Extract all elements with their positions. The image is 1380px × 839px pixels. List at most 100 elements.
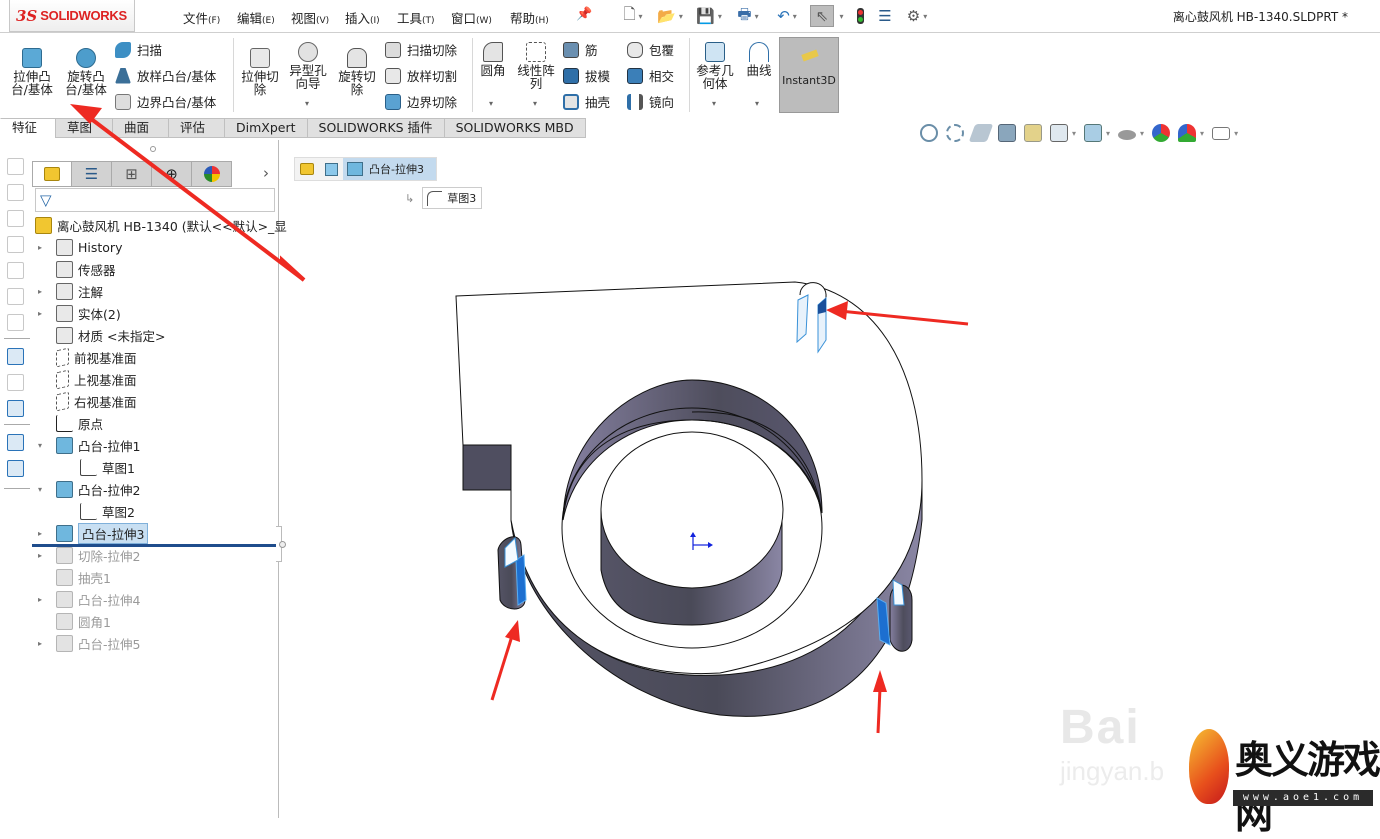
panel-splitter-handle[interactable] bbox=[150, 146, 156, 152]
reference-geometry-dropdown[interactable]: ▾ bbox=[712, 99, 716, 108]
section-view-icon[interactable] bbox=[998, 124, 1016, 142]
view-icon-1[interactable] bbox=[7, 158, 24, 175]
rib-button[interactable]: 筋 bbox=[563, 40, 598, 59]
view-icon-4[interactable] bbox=[7, 236, 24, 253]
tree-item[interactable]: 圆角1 bbox=[56, 611, 111, 632]
fillet-button[interactable]: 圆角 bbox=[476, 42, 510, 77]
pin-icon[interactable]: 📌 bbox=[576, 7, 592, 22]
expand-icon[interactable]: ▸ bbox=[38, 287, 42, 296]
menu-help[interactable]: 帮助(H) bbox=[510, 8, 549, 27]
view-icon-5[interactable] bbox=[7, 262, 24, 279]
tree-item[interactable]: ▸ 切除-拉伸2 bbox=[38, 545, 140, 566]
menu-insert[interactable]: 插入(I) bbox=[345, 8, 380, 27]
menu-file[interactable]: 文件(F) bbox=[183, 8, 220, 27]
tree-root-part[interactable]: 离心鼓风机 HB-1340 (默认<<默认>_显 bbox=[35, 215, 287, 236]
draft-button[interactable]: 拔模 bbox=[563, 66, 610, 85]
options-button[interactable]: ⚙ ▾ bbox=[900, 5, 934, 27]
chevron-down-icon[interactable]: ▾ bbox=[1234, 129, 1238, 138]
curves-dropdown[interactable]: ▾ bbox=[755, 99, 759, 108]
tree-filter-input[interactable]: ▽ bbox=[35, 188, 275, 212]
property-manager-tab[interactable]: ☰ bbox=[72, 161, 112, 187]
tree-item[interactable]: ▾ 凸台-拉伸1 bbox=[38, 435, 140, 456]
display-style-icon[interactable] bbox=[1084, 124, 1103, 142]
select-dropdown[interactable]: ▾ bbox=[835, 5, 845, 27]
revolved-boss-button[interactable]: 旋转凸 台/基体 bbox=[60, 48, 112, 96]
wrap-button[interactable]: 包覆 bbox=[627, 40, 674, 59]
display-pane-icon[interactable] bbox=[7, 400, 24, 417]
tab-evaluate[interactable]: 评估 bbox=[169, 118, 225, 138]
collapse-icon[interactable]: ▾ bbox=[38, 485, 42, 494]
tree-item[interactable]: 草图2 bbox=[80, 501, 135, 522]
feature-manager-tab[interactable] bbox=[32, 161, 72, 187]
extruded-cut-button[interactable]: 拉伸切除 bbox=[238, 48, 282, 96]
fillet-dropdown[interactable]: ▾ bbox=[489, 99, 493, 108]
tree-item[interactable]: ▸ 注解 bbox=[38, 281, 103, 302]
edit-appearance-icon[interactable] bbox=[1152, 124, 1171, 142]
previous-view-icon[interactable] bbox=[968, 124, 994, 142]
new-button[interactable]: 🗋 ▾ bbox=[616, 5, 650, 27]
apply-scene-icon[interactable] bbox=[1178, 124, 1197, 142]
chevron-right-icon[interactable]: › bbox=[263, 164, 269, 182]
print-button[interactable]: 🖶 ▾ bbox=[730, 5, 766, 27]
menu-edit[interactable]: 编辑(E) bbox=[237, 8, 275, 27]
undo-button[interactable]: ↶ ▾ bbox=[770, 5, 804, 27]
reference-geometry-button[interactable]: 参考几 何体 bbox=[692, 42, 738, 90]
view-icon-3[interactable] bbox=[7, 210, 24, 227]
swept-cut-button[interactable]: 扫描切除 bbox=[385, 40, 457, 59]
copy-icon-1[interactable] bbox=[7, 434, 24, 451]
tree-item[interactable]: 前视基准面 bbox=[56, 347, 137, 368]
view-icon-2[interactable] bbox=[7, 184, 24, 201]
expand-icon[interactable]: ▸ bbox=[38, 243, 42, 252]
linear-pattern-dropdown[interactable]: ▾ bbox=[533, 99, 537, 108]
file-properties-button[interactable]: ☰ bbox=[875, 5, 895, 27]
sketch-edit-icon[interactable] bbox=[7, 348, 24, 365]
expand-icon[interactable]: ▸ bbox=[38, 309, 42, 318]
tab-dimxpert[interactable]: DimXpert bbox=[225, 118, 308, 138]
configuration-manager-tab[interactable]: ⊞ bbox=[112, 161, 152, 187]
collapse-icon[interactable]: ▾ bbox=[38, 441, 42, 450]
save-button[interactable]: 💾 ▾ bbox=[692, 5, 726, 27]
intersect-button[interactable]: 相交 bbox=[627, 66, 674, 85]
revolved-cut-button[interactable]: 旋转切除 bbox=[334, 48, 380, 96]
hide-show-icon[interactable] bbox=[1118, 130, 1137, 140]
tree-item[interactable]: ▾ 凸台-拉伸2 bbox=[38, 479, 140, 500]
expand-icon[interactable]: ▸ bbox=[38, 551, 42, 560]
display-manager-tab[interactable] bbox=[192, 161, 232, 187]
chevron-down-icon[interactable]: ▾ bbox=[1072, 129, 1076, 138]
expand-icon[interactable]: ▸ bbox=[38, 529, 42, 538]
rebuild-button[interactable] bbox=[852, 5, 868, 27]
expand-icon[interactable]: ▸ bbox=[38, 595, 42, 604]
boundary-boss-button[interactable]: 边界凸台/基体 bbox=[115, 92, 216, 111]
select-button[interactable]: ⇖ bbox=[810, 5, 834, 27]
tree-item[interactable]: 右视基准面 bbox=[56, 391, 137, 412]
tree-item[interactable]: ▸ 凸台-拉伸3 bbox=[38, 523, 149, 544]
tab-surfaces[interactable]: 曲面 bbox=[113, 118, 169, 138]
lofted-cut-button[interactable]: 放样切割 bbox=[385, 66, 457, 85]
copy-icon-2[interactable] bbox=[7, 460, 24, 477]
tree-item[interactable]: 上视基准面 bbox=[56, 369, 137, 390]
tab-features[interactable]: 特征 bbox=[0, 118, 56, 138]
mirror-button[interactable]: 镜向 bbox=[627, 92, 674, 111]
tool-icon[interactable] bbox=[7, 374, 24, 391]
rollback-bar[interactable] bbox=[32, 544, 276, 547]
open-button[interactable]: 📂 ▾ bbox=[652, 5, 688, 27]
linear-pattern-button[interactable]: 线性阵列 bbox=[513, 42, 559, 90]
tree-item[interactable]: ▸ 凸台-拉伸5 bbox=[38, 633, 140, 654]
zoom-to-area-icon[interactable] bbox=[946, 124, 964, 142]
view-orientation-icon[interactable] bbox=[1050, 124, 1068, 142]
solidworks-logo[interactable]: 3S SOLIDWORKS bbox=[9, 0, 135, 32]
tree-item[interactable]: 材质 <未指定> bbox=[56, 325, 165, 346]
shell-button[interactable]: 抽壳 bbox=[563, 92, 610, 111]
hole-wizard-dropdown[interactable]: ▾ bbox=[305, 99, 309, 108]
tree-item[interactable]: ▸ History bbox=[38, 237, 122, 258]
tree-item[interactable]: 传感器 bbox=[56, 259, 116, 280]
curves-button[interactable]: 曲线 bbox=[742, 42, 776, 77]
chevron-down-icon[interactable]: ▾ bbox=[1200, 129, 1204, 138]
chevron-down-icon[interactable]: ▾ bbox=[1106, 129, 1110, 138]
menu-tools[interactable]: 工具(T) bbox=[397, 8, 435, 27]
view-icon-7[interactable] bbox=[7, 314, 24, 331]
chevron-down-icon[interactable]: ▾ bbox=[1140, 129, 1144, 138]
tree-item[interactable]: ▸ 实体(2) bbox=[38, 303, 121, 324]
instant3d-button[interactable]: Instant3D bbox=[779, 37, 839, 113]
tab-solidworks-addins[interactable]: SOLIDWORKS 插件 bbox=[307, 118, 445, 138]
